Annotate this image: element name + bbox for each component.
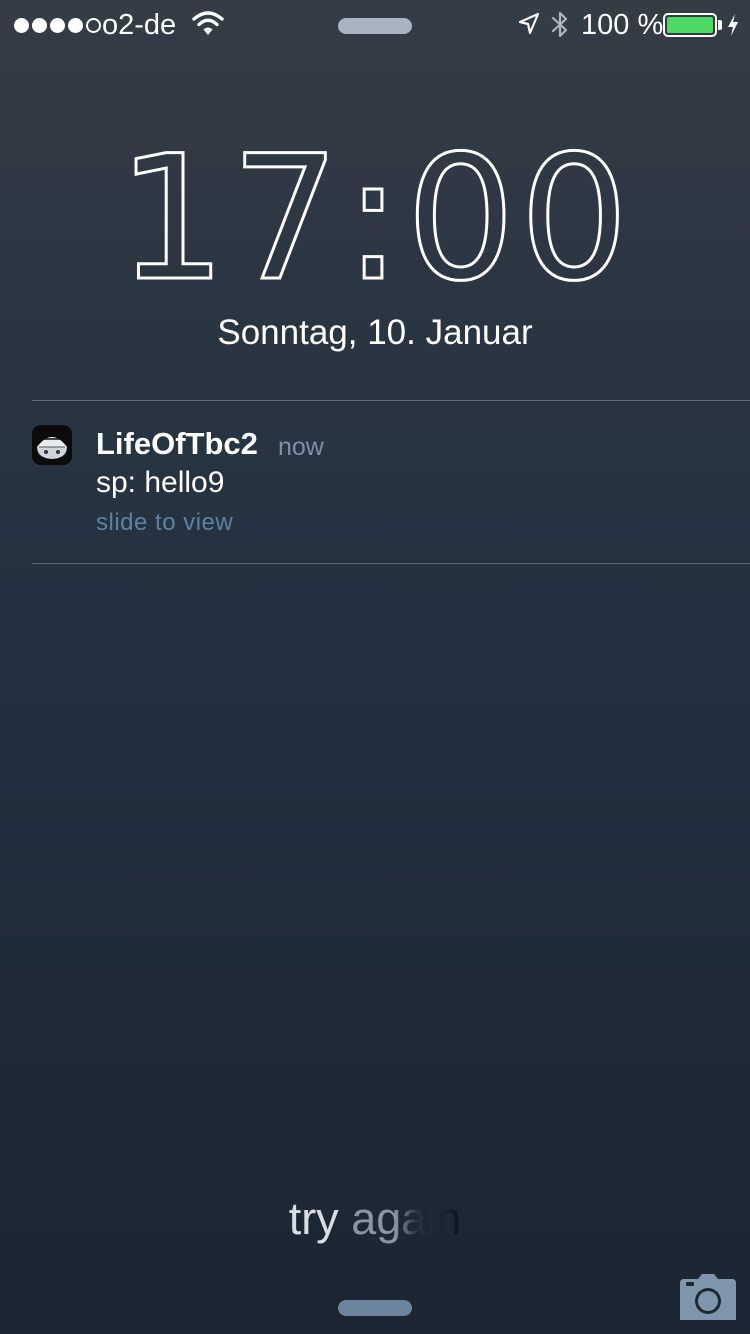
signal-dot xyxy=(32,17,47,33)
notification-divider xyxy=(32,563,750,564)
status-bar: o2-de 100 % xyxy=(0,0,750,50)
battery-level xyxy=(667,17,713,33)
unlock-prompt-word: try xyxy=(288,1193,339,1244)
unlock-prompt[interactable]: try again xyxy=(0,1193,750,1245)
location-arrow-icon xyxy=(518,12,540,41)
notification-time: now xyxy=(278,433,324,461)
signal-dot xyxy=(68,17,83,33)
carrier-name: o2-de xyxy=(102,9,177,41)
battery-icon xyxy=(663,13,717,37)
unlock-prompt-word: again xyxy=(351,1193,462,1244)
notification-center-handle[interactable] xyxy=(338,18,412,34)
app-icon xyxy=(32,425,72,465)
clock-time: 17:00 xyxy=(117,136,633,302)
battery-percentage: 100 % xyxy=(581,9,664,41)
lock-screen-date: Sonntag, 10. Januar xyxy=(217,313,533,352)
lightning-bolt-icon xyxy=(726,13,740,42)
control-center-handle[interactable] xyxy=(338,1300,412,1316)
battery-tip xyxy=(718,20,722,30)
bluetooth-icon xyxy=(550,10,570,45)
signal-dot xyxy=(86,17,101,33)
notification-app-name: LifeOfTbc2 xyxy=(96,426,258,461)
signal-dot xyxy=(50,17,65,33)
lock-screen-clock: 17:00 xyxy=(0,136,750,302)
notification[interactable]: LifeOfTbc2 now sp: hello9 slide to view xyxy=(0,401,750,563)
camera-icon[interactable] xyxy=(680,1274,736,1325)
signal-dot xyxy=(14,17,29,33)
wifi-icon xyxy=(192,10,224,43)
notification-message: sp: hello9 xyxy=(96,466,225,499)
notification-slide-hint[interactable]: slide to view xyxy=(96,508,233,538)
signal-strength-icon xyxy=(14,16,104,34)
